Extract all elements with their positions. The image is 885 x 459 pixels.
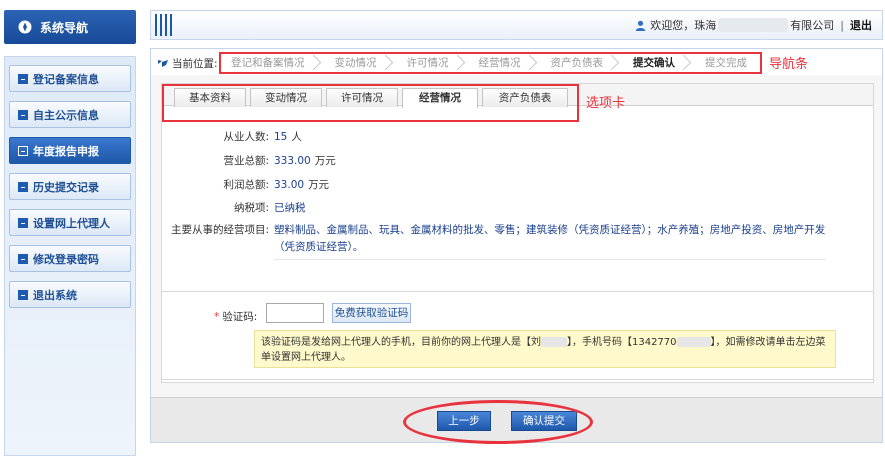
sidebar-item-annual-report[interactable]: 年度报告申报 [9,137,131,164]
menu-item-icon [18,181,28,192]
sidebar-item-registration[interactable]: 登记备案信息 [9,65,131,92]
menu-item-icon [18,289,28,300]
sidebar-item-agent-setup[interactable]: 设置网上代理人 [9,209,131,236]
company-suffix: 有限公司 [790,19,835,32]
sidebar-item-label: 退出系统 [33,288,77,302]
tabs-annotation-box [162,84,579,122]
revenue-value: 333.00 [274,155,311,167]
location-flag-icon [158,59,168,67]
menu-item-icon [18,109,28,120]
header-separator: | [840,18,844,32]
revenue-row: 营业总额: 333.00 万元 [162,153,336,168]
buttons-annotation-ellipse [403,400,593,444]
employees-unit: 人 [291,131,302,143]
menu-item-icon [18,73,28,84]
welcome-text: 欢迎您，珠海 [650,19,717,32]
logout-link[interactable]: 退出 [850,17,872,33]
user-icon [636,20,646,31]
top-bar: 欢迎您，珠海 有限公司 | 退出 [150,10,883,40]
sidebar-item-label: 历史提交记录 [33,180,99,194]
revenue-label: 营业总额: [223,155,269,167]
sidebar-item-history[interactable]: 历史提交记录 [9,173,131,200]
menu-item-icon [18,217,28,228]
sidebar: 系统导航 登记备案信息 自主公示信息 年度报告申报 历史提交记录 设置网上代理人… [0,0,140,459]
verify-code-input[interactable] [266,303,324,323]
sidebar-header: 系统导航 [4,10,136,44]
sidebar-menu: 登记备案信息 自主公示信息 年度报告申报 历史提交记录 设置网上代理人 修改登录… [4,56,136,456]
navigation-icon [18,20,32,34]
menu-item-icon [18,145,28,156]
sidebar-item-label: 设置网上代理人 [33,216,110,230]
tax-value: 已纳税 [274,202,306,214]
sidebar-item-label: 年度报告申报 [33,144,99,158]
menu-item-icon [18,253,28,264]
employees-value: 15 [274,131,288,143]
user-info: 欢迎您，珠海 有限公司 | 退出 [635,11,872,39]
sidebar-item-change-password[interactable]: 修改登录密码 [9,245,131,272]
breadcrumb: 当前位置: 登记和备案情况 变动情况 许可情况 经营情况 资产负债表 提交确认 … [151,49,882,75]
nav-annotation-box [219,52,762,74]
sidebar-item-public-disclosure[interactable]: 自主公示信息 [9,101,131,128]
tax-label: 纳税项: [233,202,269,214]
verify-code-label: * 验证码: [214,311,258,323]
employees-row: 从业人数: 15 人 [162,129,302,144]
employees-label: 从业人数: [223,131,269,143]
breadcrumb-label: 当前位置: [157,56,218,71]
sidebar-item-label: 自主公示信息 [33,108,99,122]
verify-notice: 该验证码是发给网上代理人的手机，目前你的网上代理人是【刘 】，手机号码【13427… [254,330,836,368]
nav-annotation-label: 导航条 [769,57,809,72]
scope-label: 主要从事的经营项目: [170,224,269,236]
redacted-company-name [718,18,789,32]
get-code-button[interactable]: 免费获取验证码 [332,303,411,323]
tabs-annotation-label: 选项卡 [586,96,626,111]
tax-row: 纳税项: 已纳税 [162,200,306,215]
sidebar-item-exit[interactable]: 退出系统 [9,281,131,308]
redacted-agent-name [541,337,567,347]
verification-section: * 验证码: 免费获取验证码 该验证码是发给网上代理人的手机，目前你的网上代理人是… [161,291,874,380]
required-star: * [214,311,220,323]
profit-unit: 万元 [308,179,330,191]
header-stripes [155,14,175,36]
sidebar-item-label: 登记备案信息 [33,72,99,86]
scope-value: 塑料制品、金属制品、玩具、金属材料的批发、零售；建筑装修（凭资质证经营）；水产养… [274,222,826,260]
sidebar-title: 系统导航 [40,20,89,35]
profit-row: 利润总额: 33.00 万元 [162,177,329,192]
action-bar: 上一步 确认提交 [151,397,882,444]
main-panel: 当前位置: 登记和备案情况 变动情况 许可情况 经营情况 资产负债表 提交确认 … [150,48,883,444]
profit-label: 利润总额: [223,179,269,191]
revenue-unit: 万元 [314,155,336,167]
scope-row: 主要从事的经营项目: 塑料制品、金属制品、玩具、金属材料的批发、零售；建筑装修（… [162,222,873,262]
sidebar-item-label: 修改登录密码 [33,252,99,266]
profit-value: 33.00 [274,179,305,191]
redacted-phone-number [676,337,711,347]
